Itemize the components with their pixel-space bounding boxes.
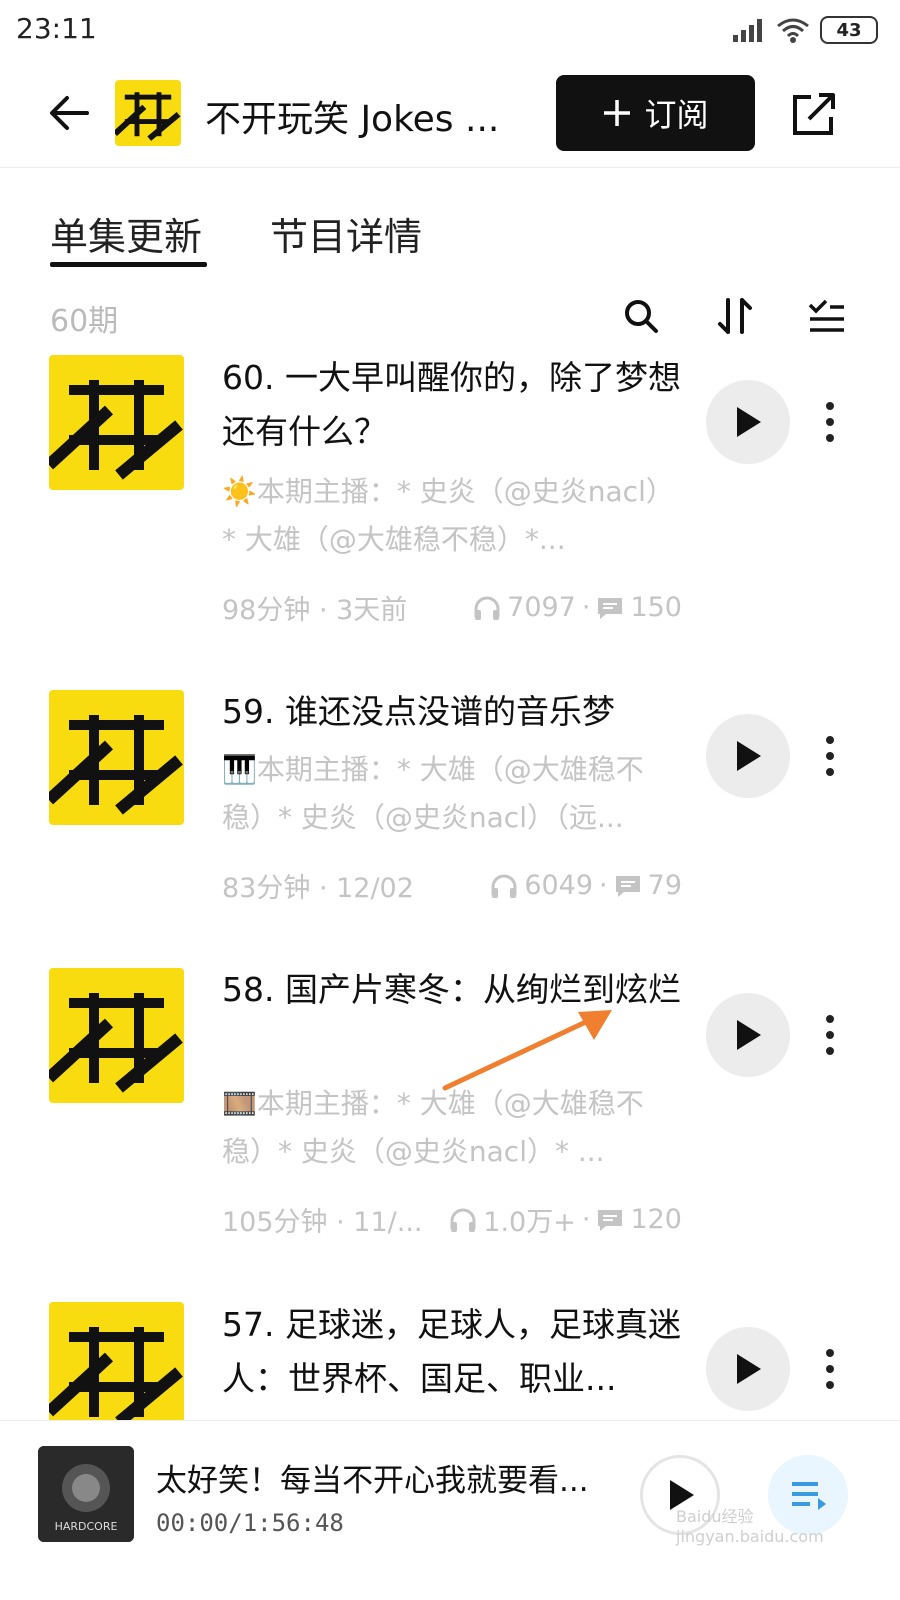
episode-comments: 150 (630, 592, 682, 623)
tab-details[interactable]: 节目详情 (270, 206, 422, 261)
episode-meta: 83分钟 · 12/02 6049 · 79 (222, 866, 682, 905)
episode-description: ☀️本期主播：* 史炎（@史炎nacl）* 大雄（@大雄稳不稳）*... (222, 475, 674, 556)
player-cover-art: HARDCORE (38, 1446, 134, 1542)
episode-description: 🎹本期主播：* 大雄（@大雄稳不稳）* 史炎（@史炎nacl）（远... (222, 753, 644, 834)
comment-icon (598, 1209, 623, 1231)
episode-comments: 120 (630, 1204, 682, 1235)
battery-indicator: 43 (820, 16, 878, 44)
watermark: Baidu经验 jingyan.baidu.com (676, 1507, 824, 1546)
episode-item[interactable]: 57. 足球迷，足球人，足球真迷人：世界杯、国足、职业... (0, 1302, 900, 1420)
status-bar: 23:11 43 (0, 0, 900, 64)
episode-title: 58. 国产片寒冬：从绚烂到炫烂 (222, 970, 681, 1009)
player-time: 00:00/1:56:48 (156, 1509, 344, 1537)
player-cover-text: HARDCORE (55, 1520, 118, 1533)
episode-stats: 6049 · 79 (490, 870, 682, 901)
episode-plays: 7097 (507, 592, 576, 623)
separator-dot: · (581, 592, 591, 623)
headphones-icon (474, 596, 500, 620)
header-bar: 不开玩笑 Jokes ... 订阅 (0, 64, 900, 168)
tab-episodes[interactable]: 单集更新 (50, 206, 202, 261)
episode-meta: 105分钟 · 11/... 1.0万+ · 120 (222, 1200, 682, 1239)
play-button[interactable] (706, 714, 790, 798)
more-options-button[interactable] (812, 1005, 848, 1065)
episode-meta: 98分钟 · 3天前 7097 · 150 (222, 588, 682, 627)
episode-plays: 6049 (524, 870, 594, 901)
play-icon (737, 1020, 761, 1050)
episode-stats: 7097 · 150 (473, 592, 682, 623)
headphones-icon (450, 1208, 476, 1232)
episode-cover-art (49, 715, 183, 815)
play-icon (737, 741, 761, 771)
episode-title: 57. 足球迷，足球人，足球真迷人：世界杯、国足、职业... (222, 1305, 681, 1398)
search-icon (625, 300, 658, 333)
wifi-icon (777, 18, 809, 43)
episode-cover (49, 355, 184, 490)
subscribe-label: 订阅 (644, 96, 709, 134)
back-arrow-icon (50, 96, 89, 130)
episode-title: 59. 谁还没点没谱的音乐梦 (222, 692, 615, 731)
more-options-button[interactable] (812, 1339, 848, 1399)
search-button[interactable] (619, 294, 663, 338)
player-title: 太好笑！每当不开心我就要看... (156, 1463, 589, 1499)
episode-cover-art (49, 380, 183, 480)
sort-icon (718, 298, 752, 334)
podcast-logo (115, 80, 181, 146)
podcast-logo-art (115, 92, 181, 141)
episode-cover (49, 968, 184, 1103)
list-toolbar: 60期 (0, 292, 900, 342)
plus-icon (604, 100, 631, 126)
comment-icon (598, 597, 623, 619)
episode-duration-date: 83分钟 · 12/02 (222, 873, 414, 904)
back-button[interactable] (44, 88, 94, 138)
more-options-button[interactable] (812, 392, 848, 452)
episode-description: 🎞️本期主播：* 大雄（@大雄稳不稳）* 史炎（@史炎nacl）* ... (222, 1087, 644, 1168)
comment-icon (615, 875, 640, 897)
separator-dot: · (581, 1204, 591, 1235)
mini-player[interactable]: HARDCORE 太好笑！每当不开心我就要看... 00:00/1:56:48 … (0, 1420, 900, 1600)
play-button[interactable] (706, 993, 790, 1077)
play-button[interactable] (706, 380, 790, 464)
episode-duration-date: 105分钟 · 11/... (222, 1207, 423, 1238)
episode-count: 60期 (50, 304, 119, 339)
status-icons: 43 (732, 16, 878, 44)
episode-comments: 79 (647, 870, 682, 901)
subscribe-button[interactable]: 订阅 (556, 75, 755, 151)
episode-duration-date: 98分钟 · 3天前 (222, 595, 408, 626)
episode-cover-art (49, 993, 183, 1093)
episode-cover-art (49, 1327, 183, 1420)
more-options-button[interactable] (812, 726, 848, 786)
share-icon (793, 93, 835, 135)
episode-cover (49, 690, 184, 825)
player-cover: HARDCORE (38, 1446, 134, 1542)
play-button[interactable] (706, 1327, 790, 1411)
episode-stats: 1.0万+ · 120 (449, 1200, 682, 1239)
separator-dot: · (599, 870, 608, 901)
headphones-icon (491, 874, 517, 898)
play-icon (737, 407, 761, 437)
podcast-title: 不开玩笑 Jokes ... (205, 99, 500, 140)
signal-icon (733, 19, 762, 42)
share-button[interactable] (786, 86, 842, 142)
episode-cover (49, 1302, 184, 1420)
multi-select-button[interactable] (804, 294, 848, 338)
sort-button[interactable] (713, 294, 757, 338)
episode-plays: 1.0万+ (483, 1207, 576, 1238)
episode-title: 60. 一大早叫醒你的，除了梦想还有什么？ (222, 358, 681, 451)
tab-bar: 单集更新 节目详情 (0, 200, 900, 270)
play-icon (737, 1354, 761, 1384)
active-tab-indicator (50, 262, 207, 267)
status-time: 23:11 (16, 12, 97, 45)
checklist-icon (808, 299, 844, 332)
